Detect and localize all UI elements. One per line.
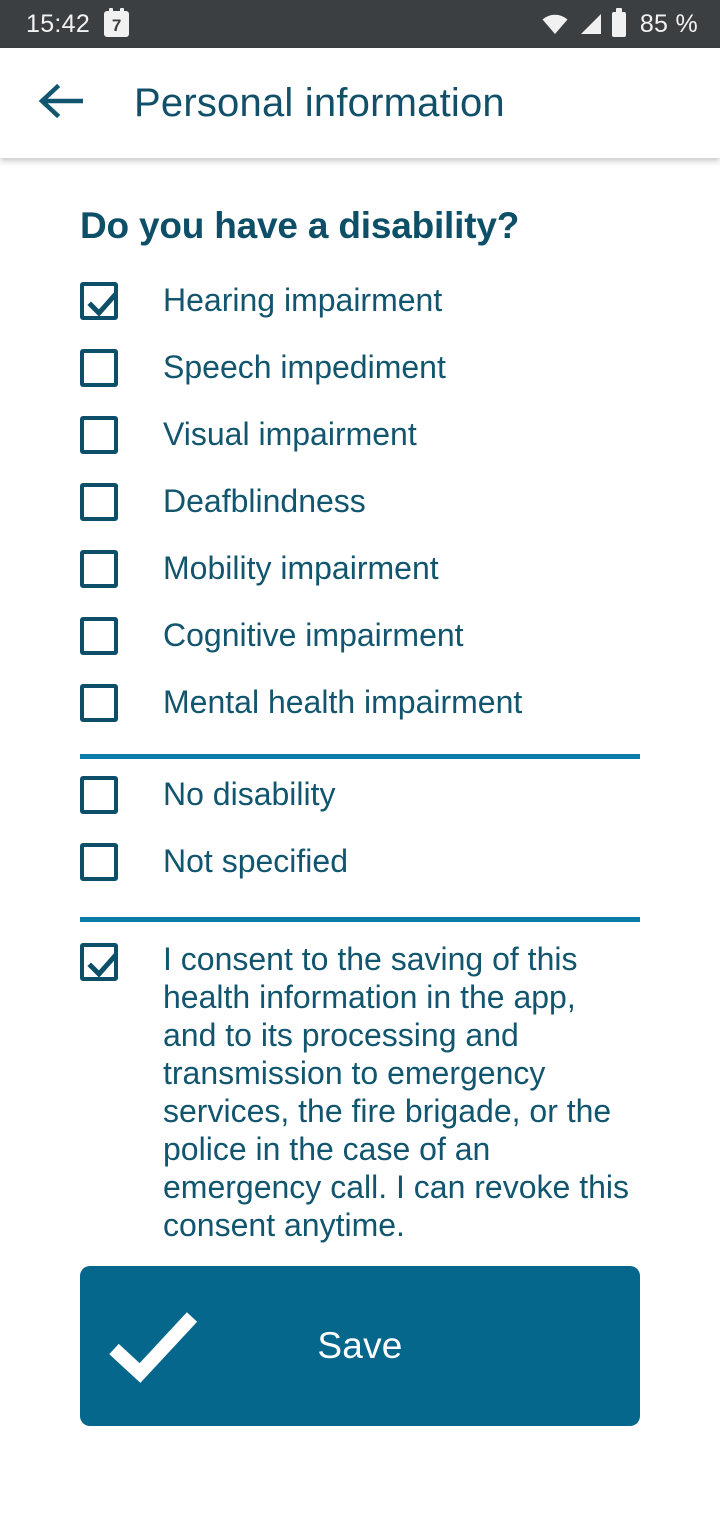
checkbox-row-visual-impairment[interactable]: Visual impairment <box>80 411 640 478</box>
checkbox-label: No disability <box>163 776 336 812</box>
status-time: 15:42 <box>26 9 91 38</box>
checkbox-label: Deafblindness <box>163 483 366 519</box>
checkbox-row-speech-impediment[interactable]: Speech impediment <box>80 344 640 411</box>
checkbox-label: Cognitive impairment <box>163 617 464 653</box>
divider-top <box>80 754 640 759</box>
checkbox-label: Mental health impairment <box>163 684 523 720</box>
back-button[interactable] <box>34 77 86 129</box>
other-options-group: No disability Not specified <box>80 771 640 905</box>
checkbox-mental-health-impairment[interactable] <box>80 684 118 722</box>
battery-percent-label: 85 % <box>639 9 698 38</box>
checkbox-row-hearing-impairment[interactable]: Hearing impairment <box>80 277 640 344</box>
page-title: Personal information <box>134 80 505 125</box>
checkbox-visual-impairment[interactable] <box>80 416 118 454</box>
checkbox-row-deafblindness[interactable]: Deafblindness <box>80 478 640 545</box>
checkbox-mobility-impairment[interactable] <box>80 550 118 588</box>
checkbox-row-consent[interactable]: I consent to the saving of this health i… <box>80 938 640 1244</box>
status-bar: 15:42 7 85 % <box>0 0 720 48</box>
consent-label: I consent to the saving of this health i… <box>163 941 629 1243</box>
checkbox-row-cognitive-impairment[interactable]: Cognitive impairment <box>80 612 640 679</box>
checkbox-label: Not specified <box>163 843 348 879</box>
checkbox-row-mental-health-impairment[interactable]: Mental health impairment <box>80 679 640 746</box>
checkbox-label: Mobility impairment <box>163 550 439 586</box>
checkbox-row-not-specified[interactable]: Not specified <box>80 838 640 905</box>
checkbox-no-disability[interactable] <box>80 776 118 814</box>
signal-icon <box>578 13 603 35</box>
checkbox-deafblindness[interactable] <box>80 483 118 521</box>
status-bar-left: 15:42 7 <box>26 8 130 39</box>
save-button[interactable]: Save <box>80 1266 640 1426</box>
main-content: Do you have a disability? Hearing impair… <box>0 205 720 1426</box>
calendar-icon: 7 <box>104 8 130 37</box>
calendar-day-number: 7 <box>111 16 122 35</box>
checkbox-row-no-disability[interactable]: No disability <box>80 771 640 838</box>
checkbox-label: Speech impediment <box>163 349 446 385</box>
section-heading: Do you have a disability? <box>80 205 520 246</box>
disability-options-group: Hearing impairment Speech impediment Vis… <box>80 277 640 746</box>
checkbox-cognitive-impairment[interactable] <box>80 617 118 655</box>
checkbox-label: Hearing impairment <box>163 282 443 318</box>
app-bar: Personal information <box>0 48 720 158</box>
checkbox-speech-impediment[interactable] <box>80 349 118 387</box>
checkbox-label: Visual impairment <box>163 416 417 452</box>
wifi-icon <box>541 13 569 35</box>
checkbox-consent[interactable] <box>80 943 118 981</box>
checkbox-row-mobility-impairment[interactable]: Mobility impairment <box>80 545 640 612</box>
checkbox-not-specified[interactable] <box>80 843 118 881</box>
battery-icon <box>611 7 626 37</box>
divider-bottom <box>80 917 640 922</box>
arrow-left-icon <box>37 81 84 126</box>
check-icon <box>108 1309 200 1383</box>
status-bar-right: 85 % <box>541 7 698 39</box>
checkbox-hearing-impairment[interactable] <box>80 282 118 320</box>
